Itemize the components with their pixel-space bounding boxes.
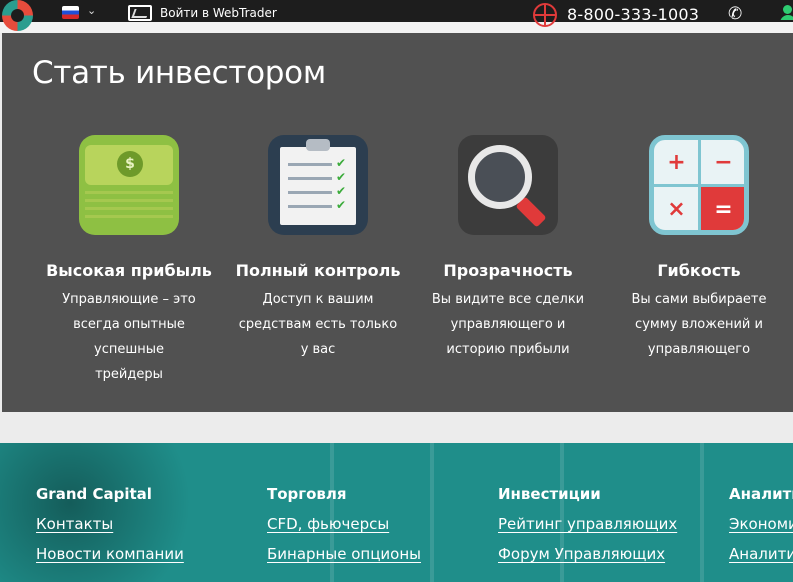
footer-column-investments: Инвестиции Рейтинг управляющих Форум Упр…: [498, 485, 677, 563]
footer-link[interactable]: Контакты: [36, 515, 184, 533]
magnifier-lens: [468, 145, 532, 209]
phone-icon[interactable]: ✆: [728, 4, 742, 24]
feature-title: Прозрачность: [443, 261, 573, 280]
webtrader-login-link[interactable]: Войти в WebTrader: [128, 5, 277, 21]
stack-line: [85, 207, 173, 210]
footer-link[interactable]: Экономи: [729, 515, 793, 533]
magnifier-icon: [458, 135, 558, 235]
feature-text: Вы видите все сделки управляющего и исто…: [431, 292, 585, 357]
footer-link[interactable]: Аналити: [729, 545, 793, 563]
footer-column-analytics: Аналити Экономи Аналити: [729, 485, 793, 563]
webtrader-label: Войти в WebTrader: [160, 6, 277, 20]
globe-icon[interactable]: [533, 3, 557, 27]
stack-line: [85, 215, 173, 218]
clip-pin: [306, 139, 330, 151]
phone-number[interactable]: 8-800-333-1003: [567, 5, 699, 24]
footer-column-grand-capital: Grand Capital Контакты Новости компании: [36, 485, 184, 563]
monitor-chart-icon: [128, 5, 152, 21]
grand-capital-logo[interactable]: [2, 0, 33, 31]
money-stack-icon: $: [79, 135, 179, 235]
checklist-line: [288, 191, 332, 194]
feature-full-control: ✔ ✔ ✔ ✔ Полный контроль Доступ к вашим с…: [208, 135, 428, 362]
feature-title: Полный контроль: [235, 261, 401, 280]
feature-text: Управляющие – это всегда опытные успешны…: [62, 292, 196, 382]
dollar-coin: $: [117, 151, 143, 177]
equals-sign: =: [701, 187, 744, 230]
stack-line: [85, 199, 173, 202]
calculator-icon: + − × =: [649, 135, 749, 235]
footer-link[interactable]: Бинарные опционы: [267, 545, 421, 563]
clipboard-checklist-icon: ✔ ✔ ✔ ✔: [268, 135, 368, 235]
chevron-down-icon[interactable]: ⌄: [87, 4, 96, 17]
footer-link[interactable]: Новости компании: [36, 545, 184, 563]
checklist-line: [288, 177, 332, 180]
footer-link[interactable]: Рейтинг управляющих: [498, 515, 677, 533]
window-frame: [430, 443, 434, 582]
user-icon[interactable]: [780, 4, 793, 20]
window-frame: [700, 443, 704, 582]
footer-column-trading: Торговля CFD, фьючерсы Бинарные опционы: [267, 485, 421, 563]
feature-high-profit: $ Высокая прибыль Управляющие – это всег…: [19, 135, 239, 387]
divider: [654, 184, 744, 187]
footer: Grand Capital Контакты Новости компании …: [0, 443, 793, 582]
feature-text: Доступ к вашим средствам есть только у в…: [238, 292, 398, 357]
footer-column-title: Инвестиции: [498, 485, 601, 503]
feature-flexibility: + − × = Гибкость Вы сами выбираете сумму…: [589, 135, 793, 362]
check-icon: ✔: [336, 184, 347, 198]
section-title: Стать инвестором: [32, 55, 326, 91]
footer-column-title: Аналити: [729, 485, 793, 503]
check-icon: ✔: [336, 156, 347, 170]
footer-column-title: Grand Capital: [36, 485, 152, 503]
checklist-line: [288, 163, 332, 166]
checklist-line: [288, 205, 332, 208]
become-investor-section: Стать инвестором $ Высокая прибыль Управ…: [2, 33, 793, 412]
minus-sign: −: [714, 150, 733, 175]
feature-transparency: Прозрачность Вы видите все сделки управл…: [398, 135, 618, 362]
footer-column-title: Торговля: [267, 485, 347, 503]
feature-title: Высокая прибыль: [46, 261, 212, 280]
stack-line: [85, 191, 173, 194]
footer-link[interactable]: Форум Управляющих: [498, 545, 677, 563]
feature-title: Гибкость: [657, 261, 741, 280]
feature-text: Вы сами выбираете сумму вложений и управ…: [631, 292, 767, 357]
footer-link[interactable]: CFD, фьючерсы: [267, 515, 421, 533]
check-icon: ✔: [336, 170, 347, 184]
multiply-sign: ×: [667, 197, 686, 222]
top-bar: ⌄ Войти в WebTrader 8-800-333-1003 ✆: [0, 0, 793, 33]
plus-sign: +: [667, 150, 686, 175]
check-icon: ✔: [336, 198, 347, 212]
russia-flag-icon[interactable]: [62, 6, 79, 19]
